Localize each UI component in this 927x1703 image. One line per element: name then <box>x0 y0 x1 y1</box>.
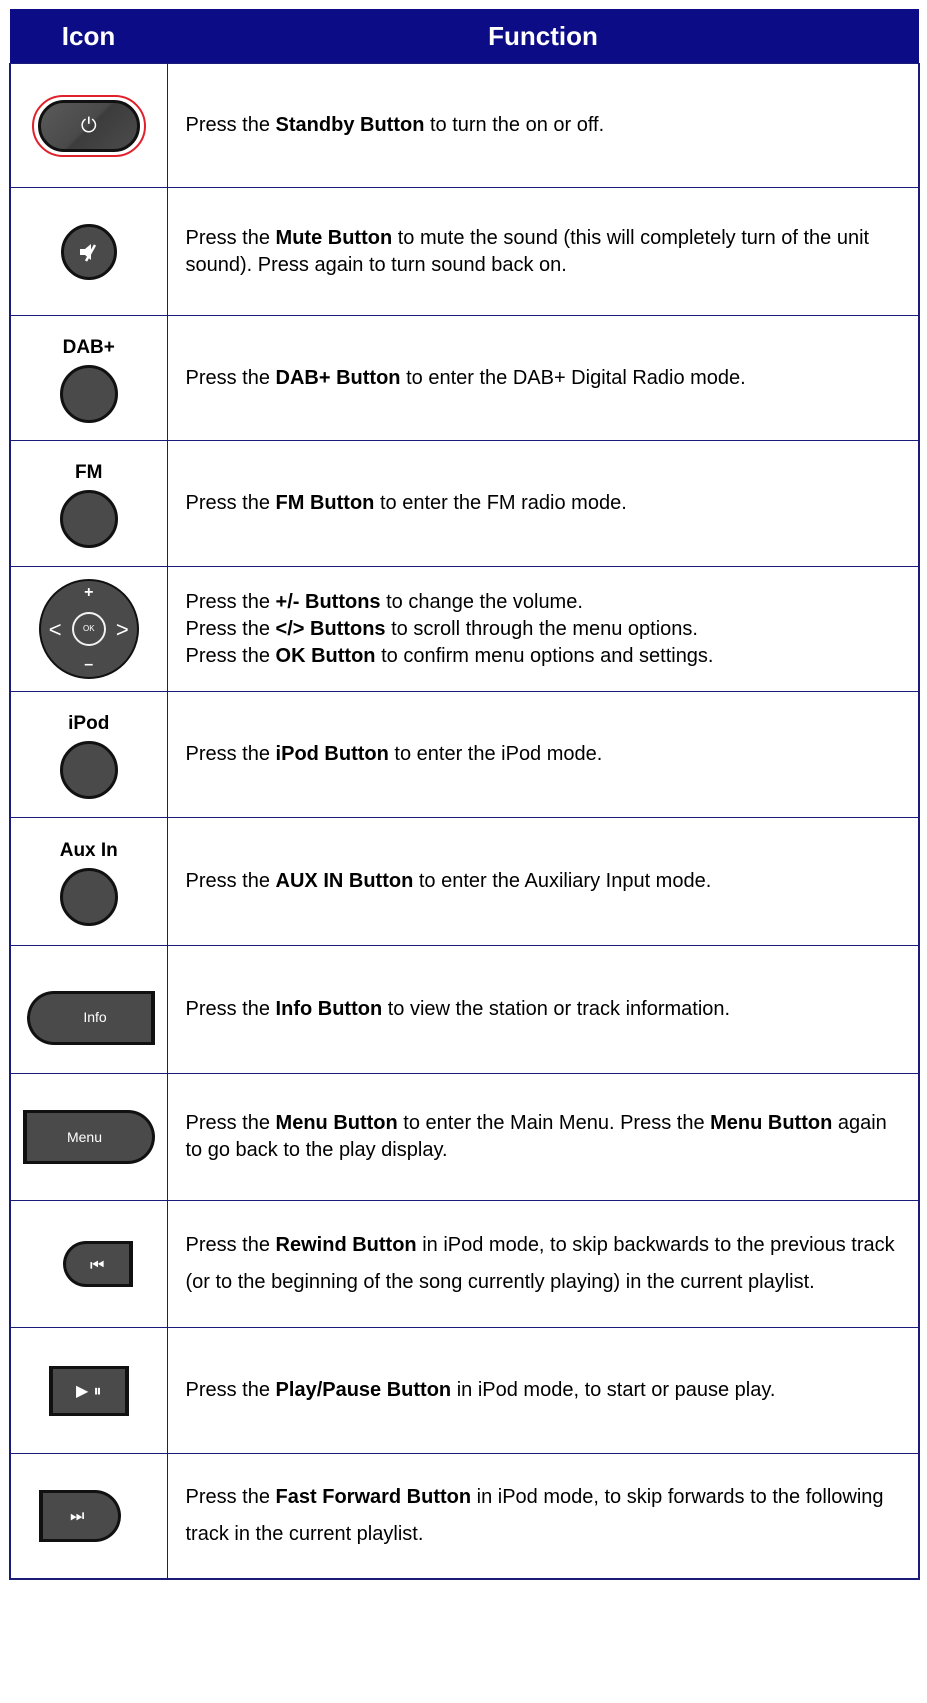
info-description: Press the Info Button to view the statio… <box>166 945 920 1074</box>
aux-button-icon <box>59 868 118 926</box>
chevron-left-icon: < <box>48 617 62 642</box>
fastforward-description: Press the Fast Forward Button in iPod mo… <box>166 1453 920 1580</box>
ipod-icon-cell: iPod <box>9 691 168 818</box>
fast-forward-icon: ⏭ <box>70 1506 85 1526</box>
function-column-header: Function <box>167 9 919 64</box>
table-row: DAB+ Press the DAB+ Button to enter the … <box>9 315 920 441</box>
play-pause-button-icon: ▶ ⏸ <box>48 1365 129 1416</box>
scroll-line: Press the </> Buttons to scroll through … <box>185 617 698 640</box>
fm-icon-cell: FM <box>9 440 168 567</box>
dab-label: DAB+ <box>62 336 115 358</box>
info-button-icon: Info <box>26 990 155 1045</box>
play-pause-icon: ▶ ⏸ <box>76 1381 102 1400</box>
table-row: Press the Mute Button to mute the sound … <box>9 187 920 316</box>
info-icon-cell: Info <box>9 945 168 1074</box>
confirm-line: Press the OK Button to confirm menu opti… <box>185 644 714 667</box>
aux-icon-cell: Aux In <box>9 817 168 946</box>
fm-description: Press the FM Button to enter the FM radi… <box>166 440 920 567</box>
dab-description: Press the DAB+ Button to enter the DAB+ … <box>166 315 920 441</box>
standby-button-icon: ⏻ <box>31 94 146 157</box>
dab-icon-cell: DAB+ <box>9 315 168 441</box>
table-row: iPod Press the iPod Button to enter the … <box>9 691 920 818</box>
standby-icon-cell: ⏻ <box>9 63 168 188</box>
table-row: Info Press the Info Button to view the s… <box>9 945 920 1074</box>
playpause-description: Press the Play/Pause Button in iPod mode… <box>166 1327 920 1454</box>
menu-button-icon: Menu <box>23 1110 155 1164</box>
volume-down-icon: – <box>84 656 94 673</box>
chevron-right-icon: > <box>115 617 129 642</box>
table-row: ⏭ Press the Fast Forward Button in iPod … <box>9 1453 920 1580</box>
aux-description: Press the AUX IN Button to enter the Aux… <box>166 817 920 946</box>
mute-icon-cell <box>9 187 168 316</box>
ok-button-icon: OK <box>71 612 106 646</box>
navigation-pad-icon: + – < > OK <box>38 579 139 679</box>
table-row: FM Press the FM Button to enter the FM r… <box>9 440 920 567</box>
button-function-table: Icon Function ⏻ Press the Standby Button… <box>9 9 920 1580</box>
table-row: Aux In Press the AUX IN Button to enter … <box>9 817 920 946</box>
icon-column-header: Icon <box>10 9 167 64</box>
rewind-icon-cell: ⏮ <box>9 1200 168 1328</box>
ipod-button-icon <box>59 741 118 799</box>
volume-line: Press the +/- Buttons to change the volu… <box>185 590 583 613</box>
rewind-button-icon: ⏮ <box>62 1241 133 1287</box>
ok-label: OK <box>82 624 95 633</box>
mute-button-icon <box>60 223 117 280</box>
table-row: ⏮ Press the Rewind Button in iPod mode, … <box>9 1200 920 1328</box>
mute-description: Press the Mute Button to mute the sound … <box>166 187 920 316</box>
volume-up-icon: + <box>84 584 94 601</box>
dab-button-icon <box>59 364 118 423</box>
menu-label: Menu <box>66 1128 103 1145</box>
table-row: Menu Press the Menu Button to enter the … <box>9 1073 920 1201</box>
dpad-icon-cell: + – < > OK <box>9 566 168 692</box>
table-row: ⏻ Press the Standby Button to turn the o… <box>9 63 920 188</box>
rewind-description: Press the Rewind Button in iPod mode, to… <box>166 1200 920 1328</box>
ipod-label: iPod <box>68 713 110 734</box>
fm-button-icon <box>59 490 118 548</box>
header-row: Icon Function <box>10 9 919 64</box>
info-label: Info <box>83 1009 107 1025</box>
playpause-icon-cell: ▶ ⏸ <box>9 1327 168 1454</box>
power-icon: ⏻ <box>80 113 97 137</box>
fm-label: FM <box>75 462 103 483</box>
fastforward-icon-cell: ⏭ <box>9 1453 168 1580</box>
standby-description: Press the Standby Button to turn the on … <box>166 63 920 188</box>
table-row: + – < > OK Press the +/- Buttons to chan… <box>9 566 920 692</box>
table-row: ▶ ⏸ Press the Play/Pause Button in iPod … <box>9 1327 920 1454</box>
mute-icon <box>79 243 96 262</box>
ipod-description: Press the iPod Button to enter the iPod … <box>166 691 920 818</box>
menu-icon-cell: Menu <box>9 1073 168 1201</box>
menu-description: Press the Menu Button to enter the Main … <box>166 1073 920 1201</box>
fast-forward-button-icon: ⏭ <box>38 1489 121 1542</box>
dpad-description: Press the +/- Buttons to change the volu… <box>166 566 920 692</box>
aux-label: Aux In <box>59 840 118 861</box>
rewind-icon: ⏮ <box>90 1254 105 1274</box>
